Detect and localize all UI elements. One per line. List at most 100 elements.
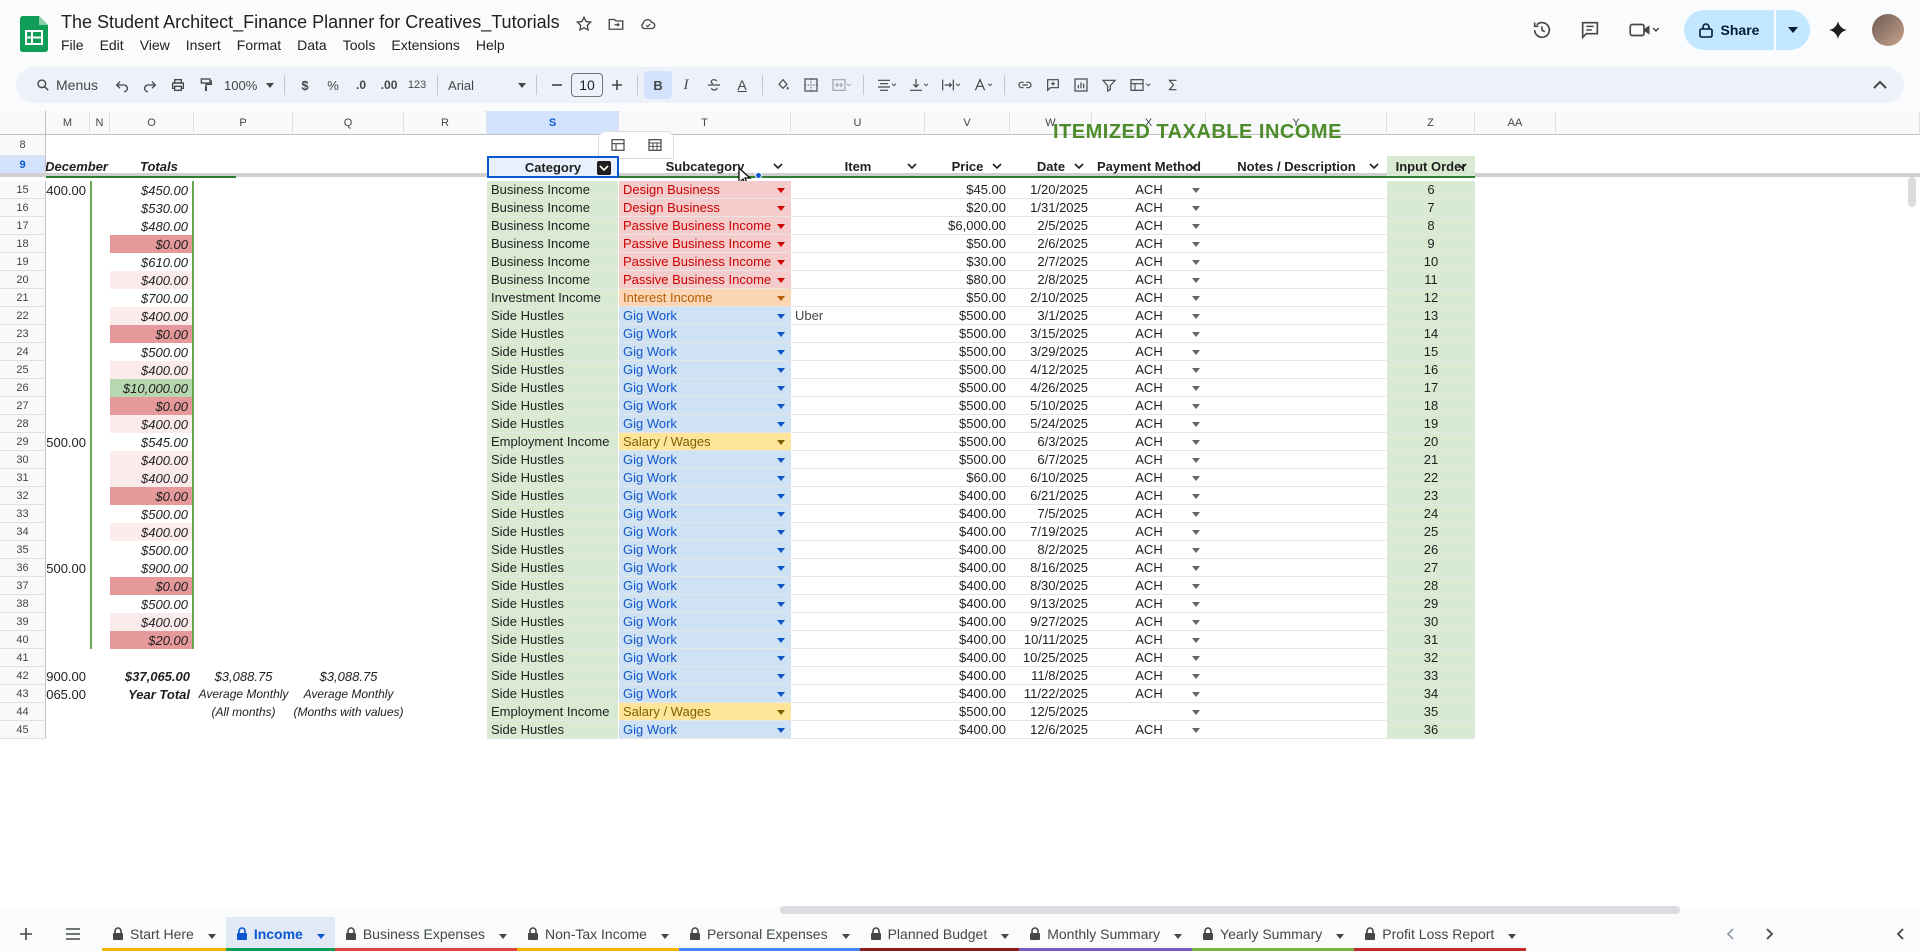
blank-cell[interactable]	[1475, 559, 1556, 577]
input-order-cell[interactable]: 17	[1387, 379, 1475, 397]
blank-cell[interactable]	[293, 181, 404, 199]
date-cell[interactable]: 11/8/2025	[1010, 667, 1092, 685]
date-cell[interactable]: 10/25/2025	[1010, 649, 1092, 667]
item-cell[interactable]	[791, 703, 925, 721]
blank-cell[interactable]	[194, 343, 293, 361]
blank-cell[interactable]	[404, 505, 487, 523]
price-cell[interactable]: $400.00	[925, 577, 1010, 595]
blank-cell[interactable]	[293, 649, 404, 667]
payment-method-dropdown[interactable]: ACH	[1092, 595, 1206, 613]
payment-method-dropdown[interactable]: ACH	[1092, 199, 1206, 217]
input-order-cell[interactable]: 27	[1387, 559, 1475, 577]
item-cell[interactable]	[791, 433, 925, 451]
table-header-input-order[interactable]: Input Order	[1387, 156, 1475, 178]
subcategory-dropdown[interactable]: Passive Business Income	[619, 235, 791, 253]
item-cell[interactable]	[791, 523, 925, 541]
totals-cell[interactable]	[110, 703, 194, 721]
blank-cell[interactable]	[90, 415, 110, 433]
row-header[interactable]: 45	[0, 721, 46, 739]
column-header-v[interactable]: V	[925, 111, 1010, 135]
december-cell[interactable]	[46, 613, 90, 631]
blank-cell[interactable]	[90, 613, 110, 631]
currency-format-button[interactable]: $	[291, 71, 319, 99]
row-header[interactable]: 26	[0, 379, 46, 397]
totals-cell[interactable]: $400.00	[110, 469, 194, 487]
subcategory-dropdown[interactable]: Gig Work	[619, 631, 791, 649]
item-cell[interactable]	[791, 559, 925, 577]
category-cell[interactable]: Side Hustles	[487, 649, 619, 667]
input-order-cell[interactable]: 11	[1387, 271, 1475, 289]
blank-cell[interactable]	[90, 523, 110, 541]
notes-cell[interactable]	[1206, 451, 1387, 469]
blank-cell[interactable]	[293, 253, 404, 271]
row-header[interactable]: 40	[0, 631, 46, 649]
payment-method-dropdown[interactable]: ACH	[1092, 613, 1206, 631]
column-filter-icon[interactable]	[1367, 159, 1381, 173]
blank-cell[interactable]	[90, 721, 110, 739]
blank-cell[interactable]	[90, 667, 110, 685]
item-cell[interactable]	[791, 487, 925, 505]
totals-cell[interactable]: $400.00	[110, 415, 194, 433]
payment-method-dropdown[interactable]: ACH	[1092, 379, 1206, 397]
blank-cell[interactable]	[293, 613, 404, 631]
category-cell[interactable]: Employment Income	[487, 433, 619, 451]
notes-cell[interactable]	[1206, 235, 1387, 253]
blank-cell[interactable]	[194, 577, 293, 595]
price-cell[interactable]: $500.00	[925, 433, 1010, 451]
december-cell[interactable]	[46, 397, 90, 415]
december-cell[interactable]: $37,065.00	[46, 685, 90, 703]
sheets-logo-icon[interactable]	[20, 16, 48, 52]
blank-cell[interactable]	[1475, 649, 1556, 667]
row-header[interactable]: 16	[0, 199, 46, 217]
payment-method-dropdown[interactable]: ACH	[1092, 559, 1206, 577]
table-header-subcategory[interactable]: Subcategory	[619, 156, 791, 178]
item-cell[interactable]	[791, 613, 925, 631]
blank-cell[interactable]	[194, 649, 293, 667]
row-header[interactable]: 43	[0, 685, 46, 703]
totals-cell[interactable]: $700.00	[110, 289, 194, 307]
blank-cell[interactable]	[194, 451, 293, 469]
row-header[interactable]: 34	[0, 523, 46, 541]
input-order-cell[interactable]: 26	[1387, 541, 1475, 559]
blank-cell[interactable]	[194, 253, 293, 271]
subcategory-dropdown[interactable]: Gig Work	[619, 685, 791, 703]
notes-cell[interactable]	[1206, 289, 1387, 307]
date-cell[interactable]: 2/7/2025	[1010, 253, 1092, 271]
italic-button[interactable]: I	[672, 71, 700, 99]
december-cell[interactable]: $500.00	[46, 433, 90, 451]
notes-cell[interactable]	[1206, 523, 1387, 541]
price-cell[interactable]: $50.00	[925, 235, 1010, 253]
blank-cell[interactable]	[404, 253, 487, 271]
category-cell[interactable]: Side Hustles	[487, 721, 619, 739]
input-order-cell[interactable]: 7	[1387, 199, 1475, 217]
percent-format-button[interactable]: %	[319, 71, 347, 99]
row-header[interactable]: 25	[0, 361, 46, 379]
category-cell[interactable]: Business Income	[487, 199, 619, 217]
notes-cell[interactable]	[1206, 361, 1387, 379]
blank-cell[interactable]	[90, 199, 110, 217]
row-header[interactable]: 27	[0, 397, 46, 415]
item-cell[interactable]	[791, 181, 925, 199]
blank-cell[interactable]	[1475, 415, 1556, 433]
price-cell[interactable]: $500.00	[925, 415, 1010, 433]
category-cell[interactable]: Employment Income	[487, 703, 619, 721]
subcategory-dropdown[interactable]: Salary / Wages	[619, 433, 791, 451]
input-order-cell[interactable]: 19	[1387, 415, 1475, 433]
input-order-cell[interactable]: 10	[1387, 253, 1475, 271]
price-cell[interactable]: $500.00	[925, 397, 1010, 415]
december-cell[interactable]	[46, 577, 90, 595]
insert-link-icon[interactable]	[1011, 71, 1039, 99]
row-header[interactable]: 17	[0, 217, 46, 235]
column-header-q[interactable]: Q	[293, 111, 404, 135]
subcategory-dropdown[interactable]: Gig Work	[619, 559, 791, 577]
subcategory-dropdown[interactable]: Gig Work	[619, 577, 791, 595]
item-cell[interactable]	[791, 343, 925, 361]
notes-cell[interactable]	[1206, 433, 1387, 451]
price-cell[interactable]: $400.00	[925, 667, 1010, 685]
input-order-cell[interactable]: 16	[1387, 361, 1475, 379]
blank-cell[interactable]	[404, 181, 487, 199]
subcategory-dropdown[interactable]: Gig Work	[619, 415, 791, 433]
subcategory-dropdown[interactable]: Gig Work	[619, 541, 791, 559]
subcategory-dropdown[interactable]: Gig Work	[619, 721, 791, 739]
category-cell[interactable]: Side Hustles	[487, 685, 619, 703]
